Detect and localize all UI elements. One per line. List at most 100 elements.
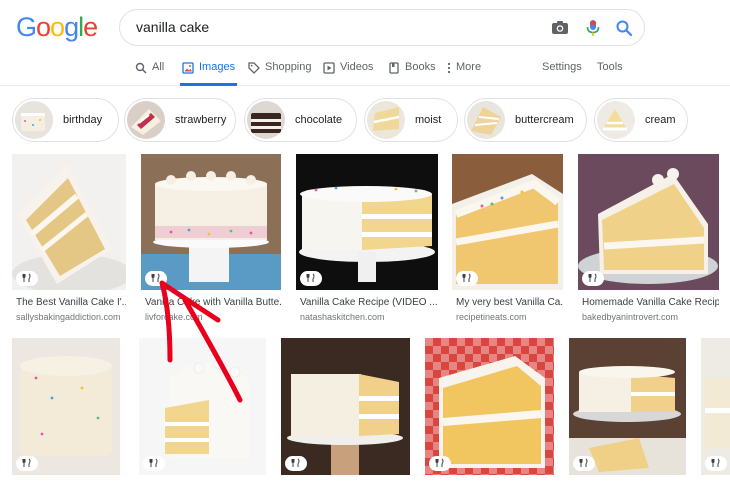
result-source: livforcake.com [145,312,203,322]
result-thumbnail[interactable] [296,154,438,290]
header: Google vanilla cake [0,0,730,56]
logo-letter: g [64,12,79,42]
result-thumbnail[interactable] [281,338,410,475]
utensils-icon [306,273,315,282]
tab-all[interactable]: All [135,61,164,86]
result-thumbnail[interactable] [12,338,120,475]
image-result[interactable] [139,338,266,475]
more-vert-icon [447,62,451,74]
tab-videos[interactable]: Videos [323,61,373,86]
chip-cream[interactable]: cream [594,98,688,142]
result-thumbnail[interactable] [569,338,686,475]
tab-label: Shopping [265,61,312,73]
chip-label: cream [645,114,676,126]
image-result[interactable] [425,338,554,475]
chip-label: buttercream [515,114,574,126]
image-result[interactable] [569,338,686,475]
image-result[interactable]: Vanilla Cake Recipe (VIDEO ... natashask… [296,154,438,324]
result-thumbnail[interactable] [141,154,281,290]
recipe-badge [16,456,38,471]
recipe-badge [16,271,38,286]
chip-strawberry[interactable]: strawberry [124,98,236,142]
recipe-badge [429,456,451,471]
result-thumbnail[interactable] [139,338,266,475]
recipe-badge [285,456,307,471]
search-icon [135,62,147,74]
utensils-icon [149,458,158,467]
utensils-icon [588,273,597,282]
result-source: natashaskitchen.com [300,312,385,322]
tab-label: More [456,61,482,73]
chip-thumbnail [367,101,405,139]
recipe-badge [145,271,167,286]
utensils-icon [291,458,300,467]
tag-icon [248,62,260,74]
utensils-icon [22,458,31,467]
image-result[interactable] [701,338,730,475]
chip-thumbnail [15,101,53,139]
utensils-icon [151,273,160,282]
image-result[interactable]: The Best Vanilla Cake I'... sallysbaking… [12,154,126,324]
book-icon [389,62,399,74]
mic-icon[interactable] [583,18,603,38]
chip-thumbnail [127,101,165,139]
tab-books[interactable]: Books [388,61,436,86]
result-title[interactable]: Homemade Vanilla Cake Recip... [582,297,719,308]
recipe-badge [573,456,595,471]
tab-label: All [152,61,165,73]
chip-thumbnail [247,101,285,139]
chip-label: strawberry [175,114,227,126]
tab-label: Images [199,61,236,73]
tab-images[interactable]: Images [180,61,238,86]
result-title[interactable]: The Best Vanilla Cake I'... [16,297,126,308]
chip-moist[interactable]: moist [364,98,458,142]
utensils-icon [22,273,31,282]
image-result[interactable]: My very best Vanilla Ca... recipetineats… [452,154,563,324]
result-thumbnail[interactable] [701,338,730,475]
search-input[interactable]: vanilla cake [119,9,645,46]
google-logo[interactable]: Google [16,12,98,43]
logo-letter: o [36,12,51,42]
tab-label: Books [405,61,436,73]
tab-more[interactable]: More [447,61,481,86]
chip-chocolate[interactable]: chocolate [244,98,357,142]
recipe-badge [456,271,478,286]
recipe-badge [300,271,322,286]
tab-shopping[interactable]: Shopping [248,61,312,86]
chip-thumbnail [597,101,635,139]
result-source: recipetineats.com [456,312,527,322]
result-thumbnail[interactable] [425,338,554,475]
utensils-icon [579,458,588,467]
image-result[interactable]: Vanilla Cake with Vanilla Butte... livfo… [141,154,281,324]
recipe-badge [582,271,604,286]
result-title[interactable]: My very best Vanilla Ca... [456,297,563,308]
tools-link[interactable]: Tools [597,61,623,86]
camera-icon[interactable] [550,18,570,38]
chip-label: birthday [63,114,103,126]
result-source: sallysbakingaddiction.com [16,312,121,322]
chip-birthday[interactable]: birthday [12,98,119,142]
utensils-icon [435,458,444,467]
result-thumbnail[interactable] [452,154,563,290]
tab-label: Videos [340,61,374,73]
settings-link[interactable]: Settings [542,61,582,86]
recipe-badge [705,456,727,471]
chip-label: chocolate [295,114,343,126]
result-source: bakedbyanintrovert.com [582,312,679,322]
search-query[interactable]: vanilla cake [136,19,209,35]
result-title[interactable]: Vanilla Cake Recipe (VIDEO ... [300,297,438,308]
image-icon [182,62,194,74]
logo-letter: o [50,12,65,42]
result-title[interactable]: Vanilla Cake with Vanilla Butte... [145,297,281,308]
image-result[interactable] [12,338,120,475]
tab-label: Settings [542,61,582,73]
image-result[interactable]: Homemade Vanilla Cake Recip... bakedbyan… [578,154,719,324]
search-icon[interactable] [614,18,634,38]
search-tabs: All Images Shopping Videos Books More Se… [0,56,730,86]
utensils-icon [711,458,720,467]
result-thumbnail[interactable] [578,154,719,290]
chip-buttercream[interactable]: buttercream [464,98,587,142]
result-thumbnail[interactable] [12,154,126,290]
utensils-icon [462,273,471,282]
image-result[interactable] [281,338,410,475]
